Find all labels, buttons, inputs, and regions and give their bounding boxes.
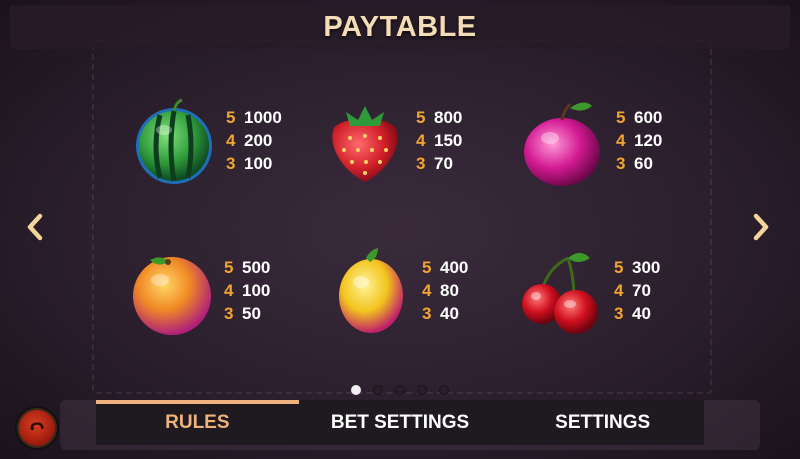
payout-value: 300	[632, 258, 661, 277]
symbol-count: 5	[416, 108, 426, 127]
payout-row: 5 300	[614, 258, 660, 278]
symbol-count: 5	[616, 108, 626, 127]
symbol-count: 3	[422, 304, 432, 323]
payout-row: 3 50	[224, 304, 270, 324]
paytable-screen: PAYTABLE 5 1000 4 200 3 100 5 800 4 150 …	[0, 0, 800, 459]
strawberry-icon	[332, 106, 398, 182]
page-dot[interactable]	[395, 385, 405, 395]
plum-icon	[524, 102, 600, 186]
symbol-count: 3	[416, 154, 426, 173]
next-page-button[interactable]	[746, 210, 776, 244]
symbol-count: 5	[422, 258, 432, 277]
payout-value: 70	[632, 281, 651, 300]
cherries-icon	[522, 253, 598, 334]
payout-value: 40	[440, 304, 459, 323]
symbol-plum: 5 600 4 120 3 60	[520, 98, 720, 198]
symbol-count: 5	[224, 258, 234, 277]
orange-icon	[133, 257, 211, 335]
symbol-count: 3	[226, 154, 236, 173]
payout-value: 600	[634, 108, 663, 127]
payout-value: 80	[440, 281, 459, 300]
payout-value: 400	[440, 258, 469, 277]
payout-list: 5 400 4 80 3 40	[422, 258, 468, 324]
symbol-lemon: 5 400 4 80 3 40	[326, 248, 526, 348]
page-dot[interactable]	[373, 385, 383, 395]
payout-row: 3 40	[614, 304, 660, 324]
symbol-count: 4	[616, 131, 626, 150]
payout-row: 5 500	[224, 258, 270, 278]
symbol-count: 4	[226, 131, 236, 150]
payout-value: 100	[244, 154, 273, 173]
payout-list: 5 1000 4 200 3 100	[226, 108, 282, 174]
payout-value: 40	[632, 304, 651, 323]
symbol-count: 3	[614, 304, 624, 323]
page-dot-active[interactable]	[351, 385, 361, 395]
payout-row: 4 120	[616, 131, 662, 151]
payout-value: 200	[244, 131, 273, 150]
payout-row: 4 70	[614, 281, 660, 301]
symbol-watermelon: 5 1000 4 200 3 100	[130, 98, 330, 198]
title-bar: PAYTABLE	[10, 5, 790, 49]
symbol-count: 4	[614, 281, 624, 300]
payout-row: 3 60	[616, 154, 662, 174]
symbol-strawberry: 5 800 4 150 3 70	[320, 98, 520, 198]
home-button[interactable]	[17, 408, 57, 448]
payout-value: 60	[634, 154, 653, 173]
payout-value: 800	[434, 108, 463, 127]
page-title: PAYTABLE	[323, 10, 477, 43]
page-dot[interactable]	[417, 385, 427, 395]
payout-row: 4 200	[226, 131, 282, 151]
payout-value: 50	[242, 304, 261, 323]
symbol-count: 5	[614, 258, 624, 277]
payout-row: 3 70	[416, 154, 462, 174]
payout-list: 5 500 4 100 3 50	[224, 258, 270, 324]
payout-list: 5 300 4 70 3 40	[614, 258, 660, 324]
payout-row: 4 150	[416, 131, 462, 151]
page-indicator	[350, 384, 450, 396]
symbol-count: 4	[416, 131, 426, 150]
payout-row: 5 800	[416, 108, 462, 128]
payout-value: 150	[434, 131, 463, 150]
payout-value: 1000	[244, 108, 282, 127]
symbol-count: 5	[226, 108, 236, 127]
page-dot[interactable]	[439, 385, 449, 395]
payout-row: 4 80	[422, 281, 468, 301]
payout-list: 5 800 4 150 3 70	[416, 108, 462, 174]
symbol-count: 3	[224, 304, 234, 323]
payout-value: 70	[434, 154, 453, 173]
tab-settings[interactable]: SETTINGS	[501, 400, 704, 445]
payout-row: 3 100	[226, 154, 282, 174]
home-icon	[29, 422, 44, 431]
payout-value: 500	[242, 258, 271, 277]
payout-row: 4 100	[224, 281, 270, 301]
payout-value: 120	[634, 131, 663, 150]
payout-row: 5 1000	[226, 108, 282, 128]
payout-value: 100	[242, 281, 271, 300]
symbol-count: 4	[224, 281, 234, 300]
tab-rules[interactable]: RULES	[96, 400, 299, 445]
tab-bar: RULES BET SETTINGS SETTINGS	[96, 400, 704, 445]
symbol-cherries: 5 300 4 70 3 40	[518, 248, 718, 348]
payout-row: 5 400	[422, 258, 468, 278]
tab-bet-settings[interactable]: BET SETTINGS	[299, 400, 502, 445]
lemon-icon	[339, 248, 403, 333]
chevron-left-icon	[27, 213, 43, 241]
chevron-right-icon	[753, 213, 769, 241]
symbol-count: 3	[616, 154, 626, 173]
payout-list: 5 600 4 120 3 60	[616, 108, 662, 174]
payout-row: 5 600	[616, 108, 662, 128]
payout-row: 3 40	[422, 304, 468, 324]
symbol-orange: 5 500 4 100 3 50	[128, 248, 328, 348]
previous-page-button[interactable]	[20, 210, 50, 244]
symbol-count: 4	[422, 281, 432, 300]
watermelon-icon	[136, 98, 212, 184]
